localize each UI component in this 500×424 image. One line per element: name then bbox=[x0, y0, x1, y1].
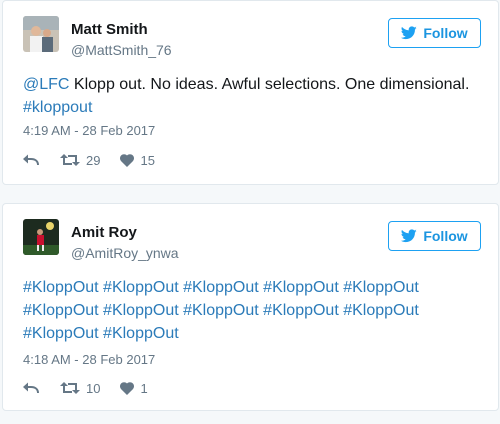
retweet-count: 10 bbox=[86, 380, 101, 396]
follow-label: Follow bbox=[423, 25, 468, 41]
retweet-button[interactable]: 29 bbox=[60, 153, 100, 168]
heart-icon bbox=[120, 381, 135, 395]
hashtag-link[interactable]: #KloppOut #KloppOut #KloppOut #KloppOut … bbox=[23, 279, 419, 342]
follow-button[interactable]: Follow bbox=[388, 18, 481, 48]
like-count: 1 bbox=[140, 380, 148, 396]
tweet-actions: 10 1 bbox=[23, 379, 148, 397]
reply-icon bbox=[23, 382, 39, 394]
twitter-bird-icon bbox=[401, 229, 418, 243]
display-name[interactable]: Amit Roy bbox=[71, 224, 137, 242]
like-count: 15 bbox=[140, 152, 155, 168]
reply-icon bbox=[23, 154, 39, 166]
display-name[interactable]: Matt Smith bbox=[71, 21, 148, 39]
heart-icon bbox=[120, 153, 135, 167]
follow-button[interactable]: Follow bbox=[388, 221, 481, 251]
tweet-timestamp[interactable]: 4:19 AM - 28 Feb 2017 bbox=[23, 123, 155, 139]
tweet-card: Matt Smith @MattSmith_76 Follow @LFC Klo… bbox=[2, 0, 499, 185]
retweet-icon bbox=[60, 382, 80, 394]
user-handle[interactable]: @MattSmith_76 bbox=[71, 41, 172, 59]
hashtag-link[interactable]: #kloppout bbox=[23, 99, 92, 116]
avatar[interactable] bbox=[23, 219, 59, 255]
tweet-text: @LFC Klopp out. No ideas. Awful selectio… bbox=[23, 73, 480, 119]
twitter-bird-icon bbox=[401, 26, 418, 40]
user-handle[interactable]: @AmitRoy_ynwa bbox=[71, 244, 179, 262]
tweet-actions: 29 15 bbox=[23, 151, 155, 169]
retweet-icon bbox=[60, 154, 80, 166]
tweet-card: Amit Roy @AmitRoy_ynwa Follow #KloppOut … bbox=[2, 203, 499, 411]
tweet-timestamp[interactable]: 4:18 AM - 28 Feb 2017 bbox=[23, 352, 155, 368]
tweet-text: #KloppOut #KloppOut #KloppOut #KloppOut … bbox=[23, 276, 480, 345]
like-button[interactable]: 1 bbox=[120, 380, 148, 396]
like-button[interactable]: 15 bbox=[120, 152, 155, 168]
mention-link[interactable]: @LFC bbox=[23, 76, 69, 93]
reply-button[interactable] bbox=[23, 153, 39, 167]
avatar[interactable] bbox=[23, 16, 59, 52]
follow-label: Follow bbox=[423, 228, 468, 244]
retweet-button[interactable]: 10 bbox=[60, 381, 100, 396]
tweet-body-text: Klopp out. No ideas. Awful selections. O… bbox=[69, 76, 470, 93]
reply-button[interactable] bbox=[23, 381, 39, 395]
retweet-count: 29 bbox=[86, 152, 101, 168]
